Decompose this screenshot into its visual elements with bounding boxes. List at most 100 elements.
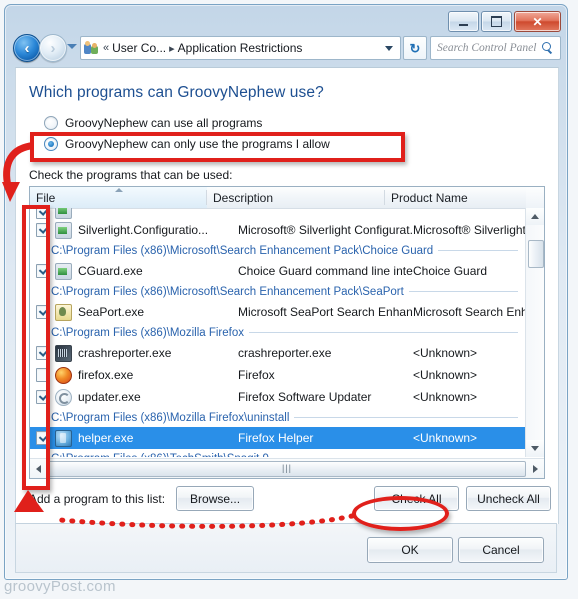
group-rule: [248, 332, 518, 333]
horizontal-scrollbar-thumb[interactable]: |||: [48, 460, 526, 477]
radio-all-programs[interactable]: GroovyNephew can use all programs: [44, 116, 262, 130]
scroll-right-button[interactable]: [527, 460, 544, 477]
group-path: C:\Program Files (x86)\TechSmith\Snagit …: [51, 453, 269, 458]
back-button[interactable]: ‹: [13, 34, 41, 62]
row-checkbox[interactable]: [36, 368, 50, 382]
row-product: Microsoft® Silverlight: [413, 223, 526, 237]
column-header-file[interactable]: File: [30, 187, 207, 208]
title-bar: ✕: [5, 5, 567, 33]
column-header-description[interactable]: Description: [207, 187, 385, 208]
row-product: <Unknown>: [413, 431, 478, 445]
group-header: C:\Program Files (x86)\TechSmith\Snagit …: [30, 449, 526, 458]
column-header-product-name[interactable]: Product Name: [385, 187, 526, 208]
row-description: Choice Guard command line inter...: [238, 264, 413, 278]
list-rows: Silverlight.Configuratio... Microsoft® S…: [30, 208, 526, 457]
maximize-button[interactable]: [481, 11, 512, 32]
control-panel-window: ✕ ‹ › « User Co... ▸ Application Restric…: [4, 4, 568, 580]
row-checkbox[interactable]: [36, 346, 50, 360]
table-row[interactable]: Silverlight.Configuratio... Microsoft® S…: [30, 219, 526, 241]
row-description: Microsoft® Silverlight Configurat...: [238, 223, 413, 237]
row-description: Firefox Software Updater: [238, 390, 372, 404]
row-description: Microsoft SeaPort Search Enhanc...: [238, 305, 413, 319]
radio-all-programs-label: GroovyNephew can use all programs: [65, 116, 263, 130]
row-product: <Unknown>: [413, 390, 478, 404]
chevron-up-icon: [531, 214, 539, 219]
row-file: firefox.exe: [78, 368, 134, 382]
list-header: File Description Product Name: [30, 187, 544, 209]
forward-button[interactable]: ›: [39, 34, 67, 62]
cancel-button[interactable]: Cancel: [458, 537, 544, 563]
browse-button[interactable]: Browse...: [176, 486, 255, 511]
minimize-button[interactable]: [448, 11, 479, 32]
window-controls: ✕: [448, 11, 561, 32]
scroll-down-button[interactable]: [526, 440, 544, 457]
table-row[interactable]: [30, 208, 526, 219]
row-checkbox[interactable]: [36, 264, 50, 278]
search-icon: [542, 42, 554, 54]
refresh-icon: ↻: [409, 40, 421, 56]
table-row[interactable]: updater.exe Firefox Software Updater <Un…: [30, 386, 526, 408]
row-checkbox[interactable]: [36, 305, 50, 319]
table-row[interactable]: crashreporter.exe crashreporter.exe <Unk…: [30, 342, 526, 364]
table-row[interactable]: firefox.exe Firefox <Unknown>: [30, 364, 526, 386]
row-file: helper.exe: [78, 431, 134, 445]
scroll-left-button[interactable]: [30, 460, 47, 477]
close-icon: ✕: [532, 14, 543, 29]
row-product: Choice Guard: [413, 264, 488, 278]
row-product: <Unknown>: [413, 346, 478, 360]
scroll-up-button[interactable]: [526, 208, 544, 225]
breadcrumb-item-user-controls[interactable]: User Co...: [112, 41, 166, 55]
add-program-label: Add a program to this list:: [29, 491, 166, 506]
firefox-icon: [55, 366, 72, 384]
back-arrow-icon: ‹: [24, 39, 30, 57]
page-title: Which programs can GroovyNephew use?: [29, 84, 324, 101]
table-row[interactable]: CGuard.exe Choice Guard command line int…: [30, 260, 526, 282]
column-header-file-label: File: [36, 190, 56, 205]
chevron-down-icon: [531, 446, 539, 451]
refresh-button[interactable]: ↻: [403, 36, 427, 60]
breadcrumb[interactable]: « User Co... ▸ Application Restrictions: [80, 36, 401, 60]
column-header-product-name-label: Product Name: [391, 190, 468, 205]
group-header: C:\Program Files (x86)\Microsoft\Search …: [30, 241, 526, 260]
row-file: crashreporter.exe: [78, 346, 172, 360]
check-all-button[interactable]: Check All: [374, 486, 459, 511]
radio-allowed-programs-only-indicator: [44, 137, 58, 151]
horizontal-scrollbar[interactable]: |||: [30, 458, 544, 478]
address-bar: ‹ › « User Co... ▸ Application Restricti…: [5, 32, 567, 64]
radio-allowed-programs-only[interactable]: GroovyNephew can only use the programs I…: [44, 137, 330, 151]
breadcrumb-overflow[interactable]: «: [103, 42, 109, 54]
row-file: CGuard.exe: [78, 264, 143, 278]
vertical-scrollbar[interactable]: [525, 208, 544, 457]
group-path: C:\Program Files (x86)\Microsoft\Search …: [51, 244, 434, 257]
radio-allowed-programs-only-label: GroovyNephew can only use the programs I…: [65, 137, 330, 151]
table-row-selected[interactable]: helper.exe Firefox Helper <Unknown>: [30, 427, 526, 449]
chevron-left-icon: [36, 464, 41, 473]
screenshot-root: ✕ ‹ › « User Co... ▸ Application Restric…: [0, 0, 578, 599]
user-accounts-icon: [84, 40, 100, 56]
row-checkbox[interactable]: [36, 431, 50, 445]
group-path: C:\Program Files (x86)\Microsoft\Search …: [51, 285, 404, 298]
list-instruction-label: Check the programs that can be used:: [29, 168, 233, 182]
vertical-scrollbar-thumb[interactable]: [528, 240, 544, 268]
table-row[interactable]: SeaPort.exe Microsoft SeaPort Search Enh…: [30, 301, 526, 323]
maximize-icon: [491, 16, 502, 27]
history-dropdown-icon[interactable]: [67, 44, 77, 49]
row-checkbox[interactable]: [36, 390, 50, 404]
header-scroll-spacer: [526, 187, 544, 208]
breadcrumb-item-application-restrictions[interactable]: Application Restrictions: [178, 41, 303, 55]
search-input[interactable]: Search Control Panel: [430, 36, 561, 60]
ok-button[interactable]: OK: [367, 537, 453, 563]
group-header: C:\Program Files (x86)\Mozilla Firefox\u…: [30, 408, 526, 427]
row-product: <Unknown>: [413, 368, 478, 382]
group-rule: [408, 291, 518, 292]
row-checkbox[interactable]: [36, 208, 50, 219]
forward-arrow-icon: ›: [50, 39, 56, 57]
group-rule: [438, 250, 518, 251]
close-button[interactable]: ✕: [514, 11, 561, 32]
chevron-down-icon[interactable]: [385, 45, 393, 51]
uncheck-all-button[interactable]: Uncheck All: [466, 486, 551, 511]
row-description: crashreporter.exe: [238, 346, 332, 360]
row-description: Firefox: [238, 368, 275, 382]
row-checkbox[interactable]: [36, 223, 50, 237]
generic-app-icon: [55, 208, 72, 219]
